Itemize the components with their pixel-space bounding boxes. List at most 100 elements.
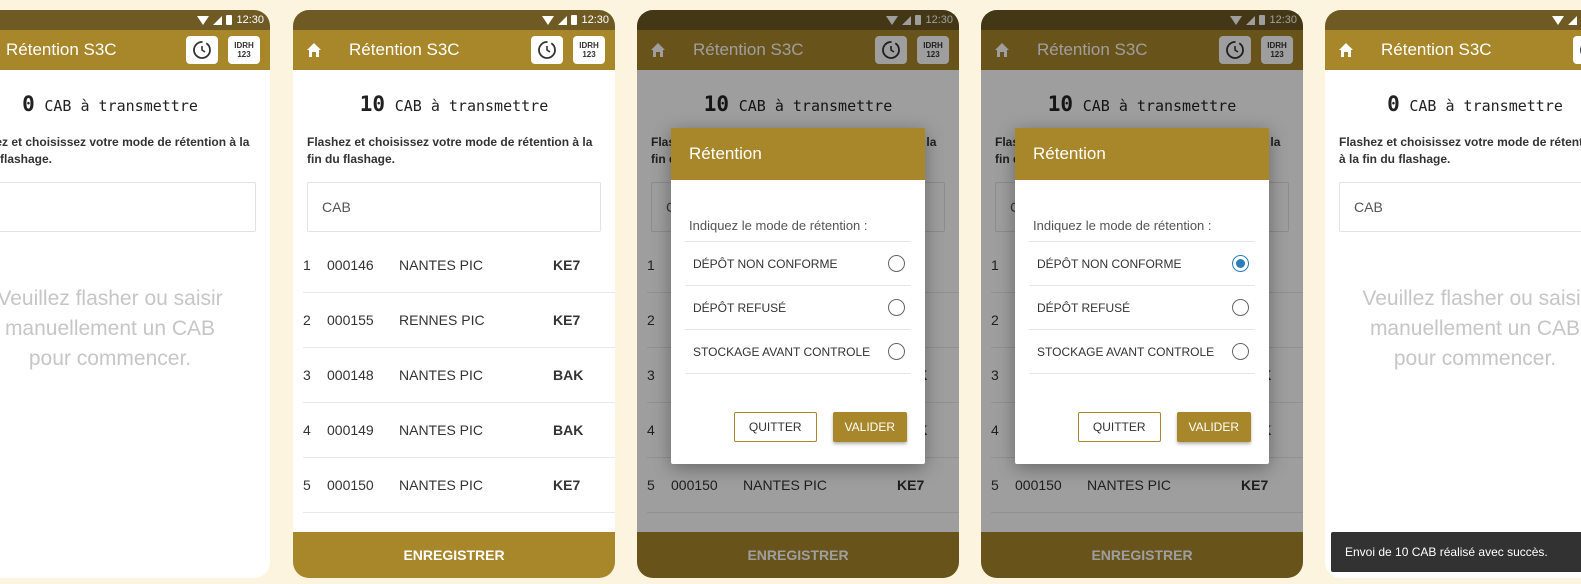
row-index: 5 <box>303 477 311 493</box>
list-item[interactable]: 3 000148 NANTES PIC BAK <box>303 348 615 403</box>
list-item[interactable]: 5 000150 NANTES PIC KE7 <box>303 458 615 513</box>
quit-button[interactable]: QUITTER <box>733 412 817 442</box>
cab-list: 1 000146 NANTES PIC KE7 2 000155 RENNES PIC KE… <box>293 238 615 513</box>
dialog-prompt: Indiquez le mode de rétention : <box>689 218 868 233</box>
option-label: DÉPÔT REFUSÉ <box>693 300 787 315</box>
row-index: 4 <box>303 422 311 438</box>
radio-unchecked-icon[interactable] <box>1232 299 1249 316</box>
option-label: DÉPÔT REFUSÉ <box>1037 300 1131 315</box>
option-stockage-avant-controle[interactable]: STOCKAGE AVANT CONTROLE <box>1029 330 1255 374</box>
cab-count-number: 10 <box>359 92 386 116</box>
instructions-text: Flashez et choisissez votre mode de réte… <box>307 135 593 166</box>
status-time: 12:30 <box>581 14 609 26</box>
row-city: NANTES PIC <box>399 257 484 273</box>
validate-button[interactable]: VALIDER <box>832 412 907 442</box>
cab-input[interactable] <box>0 182 256 232</box>
validate-button[interactable]: VALIDER <box>1176 412 1251 442</box>
success-snackbar: Envoi de 10 CAB réalisé avec succès. <box>1331 532 1581 572</box>
cab-count-label: CAB à transmettre <box>44 97 198 115</box>
app-title: Rétention S3C <box>1381 40 1492 59</box>
wifi-icon <box>1552 15 1565 25</box>
dialog-actions: QUITTER VALIDER <box>1077 412 1251 442</box>
cab-count-number: 0 <box>1387 92 1400 116</box>
app-title: Rétention S3C <box>349 40 460 59</box>
idrh-badge-button[interactable]: IDRH 123 <box>573 36 605 64</box>
phone-screen-empty: 12:30 Rétention S3C IDRH 123 0 CAB à tra… <box>0 10 270 578</box>
option-label: STOCKAGE AVANT CONTROLE <box>1037 344 1215 359</box>
idrh-label: IDRH <box>234 41 254 50</box>
retention-options: DÉPÔT NON CONFORME DÉPÔT REFUSÉ STOCKAGE… <box>1029 241 1255 374</box>
cab-input[interactable]: CAB <box>307 182 601 232</box>
row-tag: KE7 <box>553 477 581 493</box>
idrh-badge-button[interactable]: IDRH 123 <box>228 36 260 64</box>
retention-options: DÉPÔT NON CONFORME DÉPÔT REFUSÉ STOCKAGE… <box>685 241 911 374</box>
dialog-title: Rétention <box>671 128 925 180</box>
radio-unchecked-icon[interactable] <box>888 299 905 316</box>
clock-icon <box>538 41 556 59</box>
row-index: 1 <box>303 257 311 273</box>
list-item[interactable]: 4 000149 NANTES PIC BAK <box>303 403 615 458</box>
option-depot-refuse[interactable]: DÉPÔT REFUSÉ <box>685 286 911 330</box>
battery-icon <box>571 15 578 25</box>
history-clock-button[interactable] <box>531 36 563 64</box>
dialog-title: Rétention <box>1015 128 1269 180</box>
list-item[interactable]: 2 000155 RENNES PIC KE7 <box>303 293 615 348</box>
cab-count: 0 CAB à transmettre <box>1325 92 1581 116</box>
empty-state-message: Veuillez flasher ou saisir manuellement … <box>1325 284 1581 374</box>
status-bar: 12:30 <box>0 10 270 30</box>
app-title: Rétention S3C <box>6 40 117 59</box>
radio-unchecked-icon[interactable] <box>888 255 905 272</box>
cab-input[interactable]: CAB <box>1339 182 1581 232</box>
dialog-actions: QUITTER VALIDER <box>733 412 907 442</box>
row-city: NANTES PIC <box>399 422 484 438</box>
cab-count: 10 CAB à transmettre <box>293 92 615 116</box>
cab-input-placeholder: CAB <box>322 199 351 215</box>
quit-button[interactable]: QUITTER <box>1077 412 1161 442</box>
history-clock-button[interactable] <box>1573 36 1581 64</box>
history-clock-button[interactable] <box>186 36 218 64</box>
radio-checked-icon[interactable] <box>1232 255 1249 272</box>
option-stockage-avant-controle[interactable]: STOCKAGE AVANT CONTROLE <box>685 330 911 374</box>
row-tag: BAK <box>553 367 584 383</box>
save-button[interactable]: ENREGISTRER <box>293 532 615 578</box>
list-item[interactable]: 1 000146 NANTES PIC KE7 <box>303 238 615 293</box>
status-time: 12:30 <box>236 14 264 26</box>
row-tag: BAK <box>553 422 584 438</box>
row-code: 000148 <box>327 367 374 383</box>
row-city: RENNES PIC <box>399 312 485 328</box>
signal-icon <box>1568 15 1578 25</box>
wifi-icon <box>542 15 555 25</box>
instructions-text: Flashez et choisissez votre mode de réte… <box>0 135 250 166</box>
option-label: DÉPÔT NON CONFORME <box>693 256 838 271</box>
cab-count-label: CAB à transmettre <box>394 97 549 115</box>
cab-count-label: CAB à transmettre <box>1409 97 1563 115</box>
phone-screen-dialog: 12:30 Rétention S3C IDRH 123 10 CAB à tr… <box>637 10 959 578</box>
radio-unchecked-icon[interactable] <box>1232 343 1249 360</box>
row-index: 3 <box>303 367 311 383</box>
empty-line-1: Veuillez flasher ou saisir <box>0 287 223 310</box>
row-tag: KE7 <box>553 257 581 273</box>
empty-line-3: pour commencer. <box>28 347 192 370</box>
instructions-text: Flashez et choisissez votre mode de réte… <box>1339 135 1581 166</box>
home-icon[interactable] <box>1335 39 1357 61</box>
option-depot-refuse[interactable]: DÉPÔT REFUSÉ <box>1029 286 1255 330</box>
cab-count-number: 0 <box>22 92 35 116</box>
wifi-icon <box>197 15 210 25</box>
radio-unchecked-icon[interactable] <box>888 343 905 360</box>
battery-icon <box>226 15 233 25</box>
row-code: 000149 <box>327 422 374 438</box>
row-city: NANTES PIC <box>399 367 484 383</box>
retention-dialog: Rétention Indiquez le mode de rétention … <box>1015 128 1269 464</box>
signal-icon <box>213 15 223 25</box>
dialog-prompt: Indiquez le mode de rétention : <box>1033 218 1212 233</box>
option-label: STOCKAGE AVANT CONTROLE <box>693 344 871 359</box>
idrh-number: 123 <box>582 50 596 59</box>
retention-dialog: Rétention Indiquez le mode de rétention … <box>671 128 925 464</box>
app-bar: Rétention S3C IDRH 123 <box>293 30 615 70</box>
empty-line-2: manuellement un CAB <box>1369 317 1581 340</box>
row-code: 000150 <box>327 477 374 493</box>
option-depot-non-conforme[interactable]: DÉPÔT NON CONFORME <box>1029 242 1255 286</box>
option-label: DÉPÔT NON CONFORME <box>1037 256 1182 271</box>
option-depot-non-conforme[interactable]: DÉPÔT NON CONFORME <box>685 242 911 286</box>
home-icon[interactable] <box>303 39 325 61</box>
